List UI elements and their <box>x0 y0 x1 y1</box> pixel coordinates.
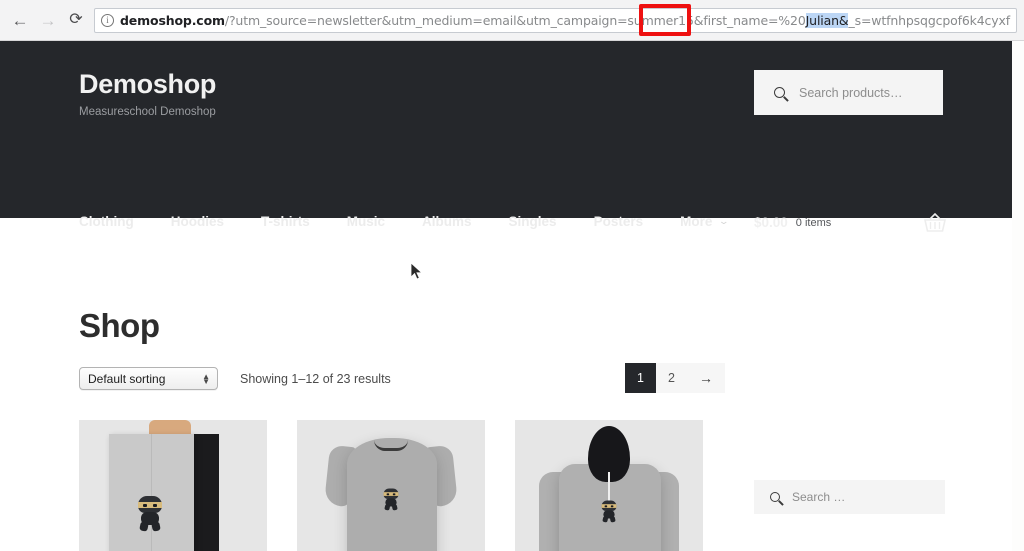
url-selected-text: Julian& <box>805 12 849 28</box>
browser-nav-buttons: ← → ⟳ <box>0 6 90 34</box>
ninja-graphic <box>600 500 619 523</box>
back-button[interactable]: ← <box>6 6 34 34</box>
back-arrow-icon: ← <box>11 10 29 30</box>
nav-item-albums[interactable]: Albums <box>422 214 472 229</box>
chevron-down-icon[interactable]: ⌄ <box>718 216 729 227</box>
pagination-page-1[interactable]: 1 <box>625 363 656 393</box>
pagination: 1 2 → <box>625 363 725 393</box>
ninja-graphic <box>382 488 401 511</box>
nav-item-posters[interactable]: Posters <box>594 214 644 229</box>
product-card-hoodie[interactable] <box>515 420 703 551</box>
url-domain: demoshop.com <box>120 12 225 28</box>
reload-icon: ⟳ <box>69 11 83 28</box>
cart-item-count: 0 items <box>795 216 832 229</box>
nav-item-singles[interactable]: Singles <box>509 214 557 229</box>
nav-item-hoodies[interactable]: Hoodies <box>171 214 224 229</box>
sidebar: Search … Recent Posts Hello world! Recen… <box>754 480 945 551</box>
brand-title: Demoshop <box>79 69 217 99</box>
ninja-leg-right <box>151 521 161 532</box>
page-title: Shop <box>79 307 160 344</box>
nav-item-tshirts[interactable]: T-shirts <box>261 214 310 229</box>
sidebar-search-input[interactable]: Search … <box>754 480 945 514</box>
nav-item-more[interactable]: More <box>680 214 712 229</box>
ninja-graphic <box>135 496 165 532</box>
product-card-poster[interactable] <box>79 420 267 551</box>
header-product-search[interactable]: Search products… <box>754 70 943 115</box>
url-query-after: _s=wtfnhpsqgcpof6k4cyxf <box>848 12 1011 28</box>
primary-navigation: Clothing Hoodies T-shirts Music Albums S… <box>79 214 730 229</box>
page-viewport: Demoshop Measureschool Demoshop Search p… <box>0 41 1012 551</box>
results-count: Showing 1–12 of 23 results <box>240 371 391 386</box>
forward-arrow-icon: → <box>39 10 57 30</box>
nav-item-music[interactable]: Music <box>347 214 385 229</box>
ninja-leg-left <box>139 521 149 532</box>
shop-toolbar: Default sorting ▲ ▼ Showing 1–12 of 23 re… <box>79 367 391 390</box>
url-query-before: /?utm_source=newsletter&utm_medium=email… <box>224 12 806 28</box>
header-search-placeholder: Search products… <box>799 85 903 100</box>
brand-tagline: Measureschool Demoshop <box>79 106 216 118</box>
address-bar[interactable]: i demoshop.com/?utm_source=newsletter&ut… <box>94 7 1018 33</box>
ninja-eyes <box>386 493 396 495</box>
product-grid <box>79 420 703 551</box>
cart-amount: $0.00 <box>754 215 788 230</box>
ninja-eyes <box>604 505 614 507</box>
site-brand[interactable]: Demoshop Measureschool Demoshop <box>79 69 217 119</box>
pagination-next-button[interactable]: → <box>687 363 725 393</box>
forward-button[interactable]: → <box>34 6 62 34</box>
reload-button[interactable]: ⟳ <box>62 6 90 34</box>
sorting-selected-label: Default sorting <box>88 371 166 386</box>
page-right-gutter <box>1012 41 1024 551</box>
search-icon <box>770 492 780 502</box>
product-card-tshirt[interactable] <box>297 420 485 551</box>
sidebar-search-placeholder: Search … <box>792 490 846 504</box>
site-header: Demoshop Measureschool Demoshop Search p… <box>0 41 1012 232</box>
nav-item-clothing[interactable]: Clothing <box>79 214 134 229</box>
url-text: demoshop.com/?utm_source=newsletter&utm_… <box>120 12 1011 28</box>
site-info-icon[interactable]: i <box>101 13 114 27</box>
select-arrows-icon: ▲ ▼ <box>202 371 210 386</box>
pagination-page-2[interactable]: 2 <box>656 363 687 393</box>
search-icon <box>774 87 785 98</box>
shopping-basket-icon[interactable] <box>924 213 946 232</box>
sorting-select[interactable]: Default sorting ▲ ▼ <box>79 367 218 390</box>
cart-summary[interactable]: $0.00 0 items <box>754 215 831 230</box>
browser-toolbar: ← → ⟳ i demoshop.com/?utm_source=newslet… <box>0 0 1024 41</box>
ninja-eyes <box>143 503 157 507</box>
mouse-cursor <box>410 262 423 280</box>
poster-sheet <box>109 434 194 551</box>
